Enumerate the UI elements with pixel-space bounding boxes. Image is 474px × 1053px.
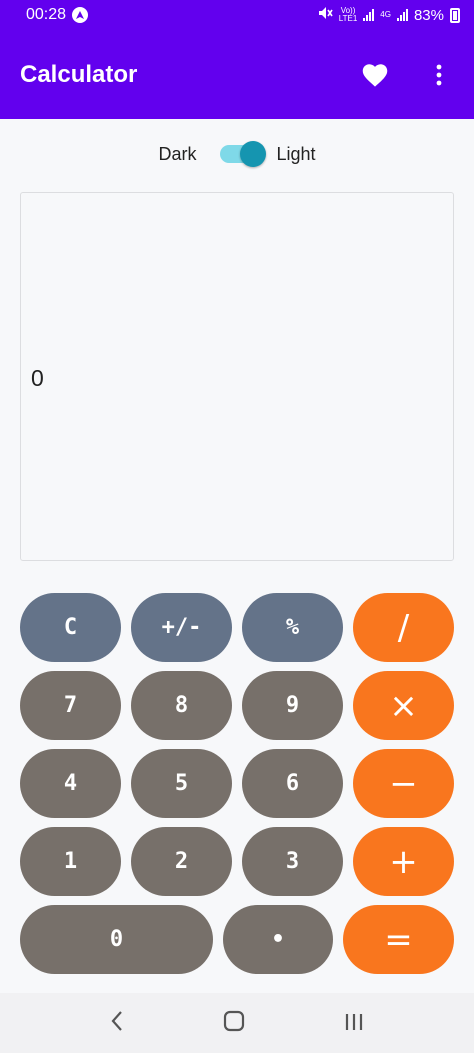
equals-button[interactable]: = — [343, 905, 454, 974]
subtract-button[interactable]: − — [353, 749, 454, 818]
digit-9-button[interactable]: 9 — [242, 671, 343, 740]
light-label: Light — [276, 143, 316, 164]
digit-1-button[interactable]: 1 — [20, 827, 121, 896]
status-bar: 00:28 Vo)) LTE1 4G 83% — [0, 0, 474, 30]
divide-button[interactable]: / — [353, 593, 454, 662]
add-button[interactable]: + — [353, 827, 454, 896]
clear-button[interactable]: C — [20, 593, 121, 662]
theme-switch-row: Dark Light — [0, 136, 474, 172]
mute-icon — [317, 6, 333, 24]
percent-button[interactable]: % — [242, 593, 343, 662]
display-value: 0 — [31, 365, 44, 391]
home-nav-icon[interactable] — [223, 1008, 245, 1039]
decimal-point-button[interactable]: • — [223, 905, 333, 974]
plus-minus-button[interactable]: +/- — [131, 593, 232, 662]
toggle-knob — [240, 141, 267, 167]
digit-5-button[interactable]: 5 — [131, 749, 232, 818]
app-title: Calculator — [20, 60, 138, 88]
digit-7-button[interactable]: 7 — [20, 671, 121, 740]
system-nav-bar — [0, 993, 474, 1053]
dark-label: Dark — [158, 143, 197, 164]
theme-toggle-switch[interactable] — [220, 141, 267, 167]
favorite-heart-icon[interactable] — [360, 60, 390, 90]
more-options-icon[interactable] — [424, 60, 454, 90]
calculator-display: 0 — [20, 192, 454, 561]
multiply-button[interactable]: × — [353, 671, 454, 740]
recents-nav-icon[interactable] — [344, 1008, 364, 1039]
status-time: 00:28 — [26, 6, 67, 23]
digit-0-button[interactable]: 0 — [20, 905, 213, 974]
notification-app-icon — [72, 7, 89, 23]
back-nav-icon[interactable] — [110, 1008, 124, 1039]
digit-4-button[interactable]: 4 — [20, 749, 121, 818]
volte-indicator: Vo)) LTE1 — [338, 6, 358, 23]
signal-icon — [363, 9, 375, 21]
digit-3-button[interactable]: 3 — [242, 827, 343, 896]
battery-icon — [450, 7, 460, 23]
digit-2-button[interactable]: 2 — [131, 827, 232, 896]
digit-6-button[interactable]: 6 — [242, 749, 343, 818]
battery-percent: 83% — [413, 6, 444, 24]
app-bar: Calculator — [0, 30, 474, 119]
digit-8-button[interactable]: 8 — [131, 671, 232, 740]
network-4g-indicator: 4G — [380, 10, 391, 19]
signal-icon-2 — [396, 9, 408, 21]
